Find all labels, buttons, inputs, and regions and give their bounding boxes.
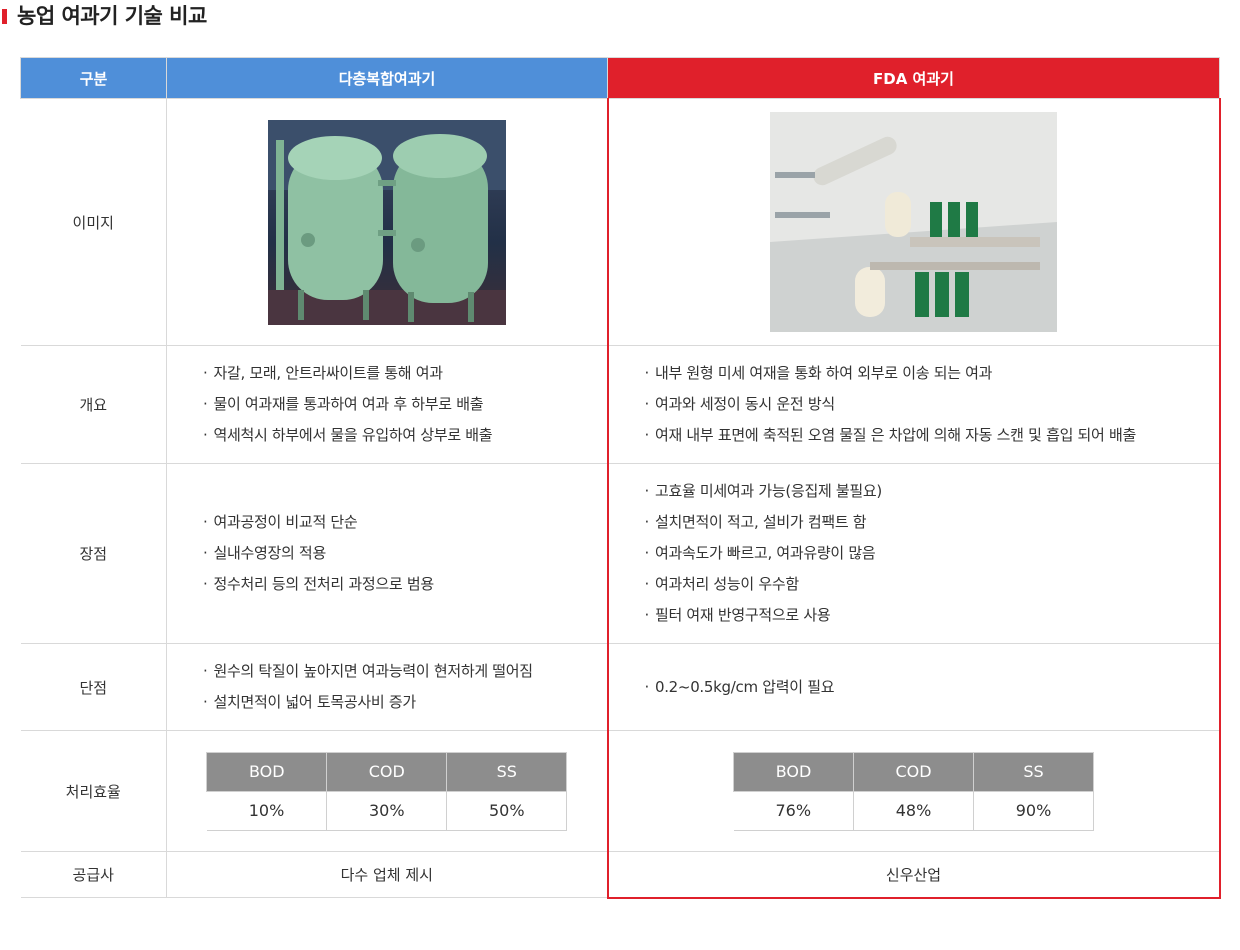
fda-filter-overview-cell: 내부 원형 미세 여재을 통화 하여 외부로 이송 되는 여과 여과와 세정이 … xyxy=(606,345,1221,464)
efficiency-value-cod: 48% xyxy=(853,790,974,831)
multi-filter-overview-list: 자갈, 모래, 안트라싸이트를 통해 여과 물이 여과재를 통과하여 여과 후 … xyxy=(167,358,607,451)
list-item: 여과공정이 비교적 단순 xyxy=(203,507,607,538)
efficiency-value-ss: 50% xyxy=(446,790,568,831)
efficiency-col-cod: COD xyxy=(853,751,974,792)
efficiency-col-cod: COD xyxy=(326,751,448,792)
fda-filter-disadvantages-list: 0.2~0.5kg/cm 압력이 필요 xyxy=(609,672,1219,703)
list-item: 역세척시 하부에서 물을 유입하여 상부로 배출 xyxy=(203,420,607,451)
list-item: 원수의 탁질이 높아지면 여과능력이 현저하게 떨어짐 xyxy=(203,656,607,687)
fda-filter-advantages-cell: 고효율 미세여과 가능(응집제 불필요) 설치면적이 적고, 설비가 컴팩트 함… xyxy=(606,463,1221,644)
advantages-row: 장점 여과공정이 비교적 단순 실내수영장의 적용 정수처리 등의 전처리 과정… xyxy=(20,463,1221,644)
row-label-overview: 개요 xyxy=(20,345,167,464)
row-label-disadvantages: 단점 xyxy=(20,643,167,731)
disadvantages-row: 단점 원수의 탁질이 높아지면 여과능력이 현저하게 떨어짐 설치면적이 넓어 … xyxy=(20,643,1221,731)
image-row: 이미지 xyxy=(20,98,1221,346)
multi-filter-supplier: 다수 업체 제시 xyxy=(166,851,608,898)
multi-filter-advantages-cell: 여과공정이 비교적 단순 실내수영장의 적용 정수처리 등의 전처리 과정으로 … xyxy=(166,463,608,644)
efficiency-row: 처리효율 BOD COD SS 10% 30% 50% BOD COD SS 7… xyxy=(20,730,1221,852)
multi-filter-efficiency-table: BOD COD SS 10% 30% 50% xyxy=(206,751,568,831)
fda-filter-image-cell xyxy=(606,98,1221,346)
fda-filter-disadvantages-cell: 0.2~0.5kg/cm 압력이 필요 xyxy=(606,643,1221,731)
efficiency-col-ss: SS xyxy=(973,751,1094,792)
comparison-table: 구분 다층복합여과기 FDA 여과기 이미지 개요 · 자갈, 모래, 안트라싸… xyxy=(20,57,1221,899)
list-item: 실내수영장의 적용 xyxy=(203,538,607,569)
multi-filter-advantages-list: 여과공정이 비교적 단순 실내수영장의 적용 정수처리 등의 전처리 과정으로 … xyxy=(167,507,607,600)
list-item: 자갈, 모래, 안트라싸이트를 통해 여과 xyxy=(203,358,607,389)
fda-filter-efficiency-cell: BOD COD SS 76% 48% 90% xyxy=(606,730,1221,852)
list-item: 설치면적이 넓어 토목공사비 증가 xyxy=(203,687,607,718)
multi-filter-photo xyxy=(267,119,506,325)
list-item: 고효율 미세여과 가능(응집제 불필요) xyxy=(645,476,1219,507)
list-item: 설치면적이 적고, 설비가 컴팩트 함 xyxy=(645,507,1219,538)
list-item: 내부 원형 미세 여재을 통화 하여 외부로 이송 되는 여과 xyxy=(645,358,1219,389)
overview-row: 개요 자갈, 모래, 안트라싸이트를 통해 여과 물이 여과재를 통과하여 여과… xyxy=(20,345,1221,464)
title-accent-bar xyxy=(2,8,7,24)
fda-filter-supplier: 신우산업 xyxy=(606,851,1221,899)
header-row: 구분 다층복합여과기 FDA 여과기 xyxy=(20,57,1220,99)
row-label-image: 이미지 xyxy=(20,98,167,346)
list-item: 0.2~0.5kg/cm 압력이 필요 xyxy=(645,672,1219,703)
multi-filter-overview-cell: 자갈, 모래, 안트라싸이트를 통해 여과 물이 여과재를 통과하여 여과 후 … xyxy=(166,345,608,464)
efficiency-value-bod: 76% xyxy=(733,790,854,831)
row-label-efficiency: 처리효율 xyxy=(20,730,167,852)
multi-filter-image-cell xyxy=(166,98,608,346)
efficiency-value-bod: 10% xyxy=(206,790,328,831)
header-multi-filter: 다층복합여과기 xyxy=(166,57,608,99)
fda-filter-overview-list: 내부 원형 미세 여재을 통화 하여 외부로 이송 되는 여과 여과와 세정이 … xyxy=(609,358,1219,451)
fda-filter-equipment-illustration xyxy=(770,112,1057,332)
page-title: 농업 여과기 기술 비교 xyxy=(17,4,207,28)
multi-filter-disadvantages-cell: 원수의 탁질이 높아지면 여과능력이 현저하게 떨어짐 설치면적이 넓어 토목공… xyxy=(166,643,608,731)
supplier-row: 공급사 다수 업체 제시 신우산업 xyxy=(20,851,1221,899)
multi-filter-tanks-illustration xyxy=(267,119,506,325)
efficiency-value-cod: 30% xyxy=(326,790,448,831)
fda-filter-photo xyxy=(770,112,1057,332)
list-item: 물이 여과재를 통과하여 여과 후 하부로 배출 xyxy=(203,389,607,420)
efficiency-col-bod: BOD xyxy=(733,751,854,792)
list-item: 여과와 세정이 동시 운전 방식 xyxy=(645,389,1219,420)
list-item: 필터 여재 반영구적으로 사용 xyxy=(645,600,1219,631)
row-label-supplier: 공급사 xyxy=(20,851,167,898)
header-category: 구분 xyxy=(20,57,167,99)
list-item: 여과속도가 빠르고, 여과유량이 많음 xyxy=(645,538,1219,569)
header-fda-filter: FDA 여과기 xyxy=(607,57,1220,99)
fda-filter-advantages-list: 고효율 미세여과 가능(응집제 불필요) 설치면적이 적고, 설비가 컴팩트 함… xyxy=(609,476,1219,631)
list-item: 정수처리 등의 전처리 과정으로 범용 xyxy=(203,569,607,600)
list-item: 여재 내부 표면에 축적된 오염 물질 은 차압에 의해 자동 스캔 및 흡입 … xyxy=(645,420,1219,451)
fda-filter-efficiency-table: BOD COD SS 76% 48% 90% xyxy=(733,751,1094,831)
efficiency-col-bod: BOD xyxy=(206,751,328,792)
page-title-wrap: 농업 여과기 기술 비교 xyxy=(0,0,207,30)
multi-filter-efficiency-cell: BOD COD SS 10% 30% 50% xyxy=(166,730,608,852)
efficiency-col-ss: SS xyxy=(446,751,568,792)
row-label-advantages: 장점 xyxy=(20,463,167,644)
list-item: 여과처리 성능이 우수함 xyxy=(645,569,1219,600)
efficiency-value-ss: 90% xyxy=(973,790,1094,831)
multi-filter-disadvantages-list: 원수의 탁질이 높아지면 여과능력이 현저하게 떨어짐 설치면적이 넓어 토목공… xyxy=(167,656,607,718)
